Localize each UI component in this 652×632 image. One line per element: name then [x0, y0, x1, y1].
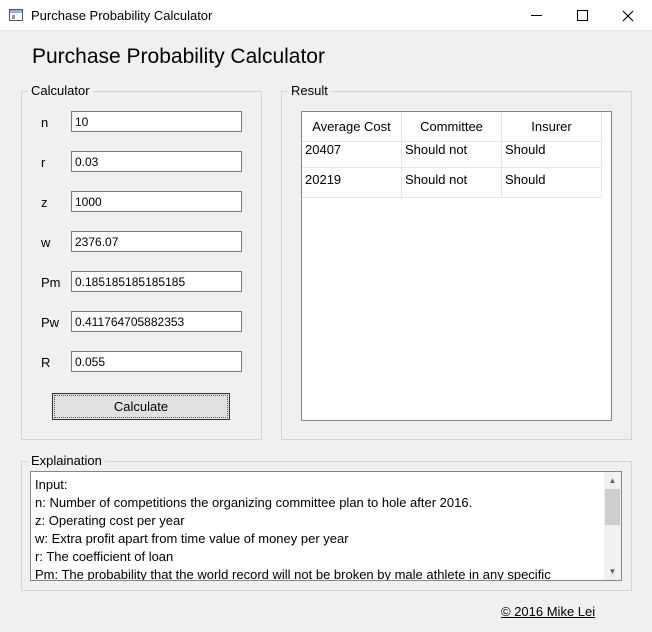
- vertical-scrollbar[interactable]: ▲ ▼: [604, 472, 621, 580]
- field-label-w: w: [41, 235, 51, 250]
- pw-input[interactable]: 0.411764705882353: [71, 311, 242, 332]
- calculator-group-label: Calculator: [28, 83, 93, 98]
- maximize-button[interactable]: [559, 0, 605, 31]
- table-cell: Should: [502, 168, 602, 198]
- table-row[interactable]: 20407 Should not Should: [302, 138, 602, 168]
- field-label-r-upper: R: [41, 355, 51, 370]
- scroll-thumb[interactable]: [605, 489, 620, 525]
- close-button[interactable]: [605, 0, 651, 31]
- calculate-button[interactable]: Calculate: [52, 393, 230, 420]
- scroll-up-icon[interactable]: ▲: [604, 472, 621, 489]
- page-title: Purchase Probability Calculator: [32, 45, 325, 68]
- r-upper-input[interactable]: 0.055: [71, 351, 242, 372]
- field-label-n: n: [41, 115, 49, 130]
- copyright-link[interactable]: © 2016 Mike Lei: [501, 604, 595, 619]
- table-cell: Should not: [402, 138, 502, 168]
- explanation-line: z: Operating cost per year: [35, 513, 185, 528]
- z-input[interactable]: 1000: [71, 191, 242, 212]
- result-group-label: Result: [288, 83, 331, 98]
- explanation-textbox[interactable]: Input: n: Number of competitions the org…: [30, 471, 622, 581]
- minimize-button[interactable]: [513, 0, 559, 31]
- app-window-icon: [9, 9, 23, 21]
- explanation-line: Input:: [35, 477, 68, 492]
- scroll-down-icon[interactable]: ▼: [604, 563, 621, 580]
- minimize-icon: [530, 15, 542, 16]
- field-label-pm: Pm: [41, 275, 61, 290]
- table-cell: Should: [502, 138, 602, 168]
- explanation-line: w: Extra profit apart from time value of…: [35, 531, 349, 546]
- pm-input[interactable]: 0.185185185185185: [71, 271, 242, 292]
- field-label-z: z: [41, 195, 48, 210]
- field-label-pw: Pw: [41, 315, 60, 330]
- close-icon: [622, 10, 634, 21]
- table-row[interactable]: 20219 Should not Should: [302, 168, 602, 198]
- title-bar: Purchase Probability Calculator: [0, 0, 652, 31]
- table-cell: Should not: [402, 168, 502, 198]
- maximize-icon: [576, 10, 588, 21]
- table-cell: 20219: [302, 168, 402, 198]
- window-title: Purchase Probability Calculator: [31, 8, 213, 23]
- w-input[interactable]: 2376.07: [71, 231, 242, 252]
- r-input[interactable]: 0.03: [71, 151, 242, 172]
- explanation-line: r: The coefficient of loan: [35, 549, 174, 564]
- n-input[interactable]: 10: [71, 111, 242, 132]
- calculator-group: Calculator: [21, 83, 262, 440]
- table-cell: 20407: [302, 138, 402, 168]
- explanation-line: n: Number of competitions the organizing…: [35, 495, 473, 510]
- explanation-line: Pm: The probability that the world recor…: [35, 567, 551, 581]
- field-label-r: r: [41, 155, 46, 170]
- explanation-group-label: Explaination: [28, 453, 105, 468]
- result-table[interactable]: Average Cost Committee Insurer 20407 Sho…: [301, 111, 612, 421]
